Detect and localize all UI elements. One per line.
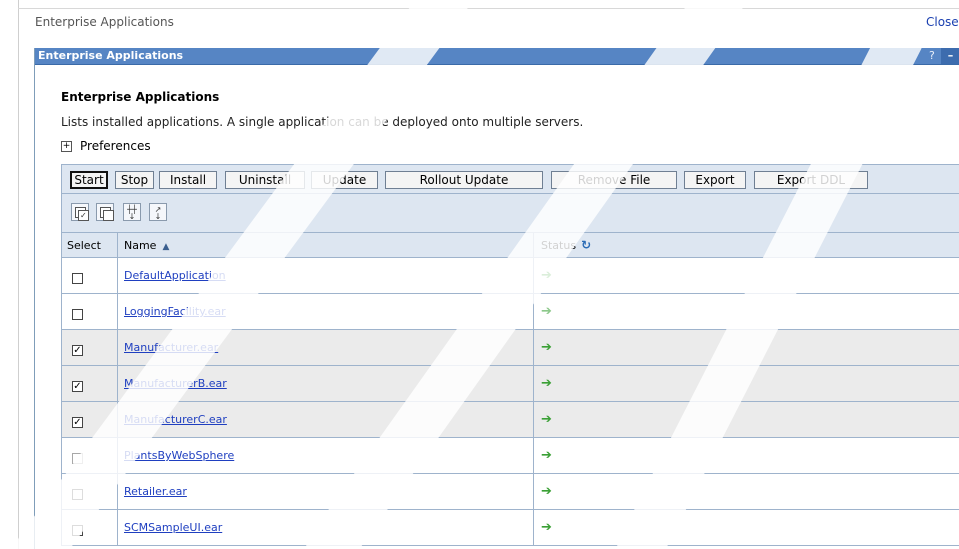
column-header-name[interactable]: Name ▲ [117, 232, 534, 258]
row-name-cell: ManufacturerB.ear [117, 365, 534, 402]
page-title: Enterprise Applications [61, 90, 220, 104]
row-select-cell: ✓ [61, 365, 118, 402]
action-toolbar: Start Stop Install Uninstall Update Roll… [61, 164, 959, 194]
row-checkbox[interactable] [72, 524, 83, 536]
application-link[interactable]: ManufacturerB.ear [124, 377, 227, 390]
row-name-cell: DefaultApplication [117, 257, 534, 294]
top-divider [18, 8, 959, 9]
status-header-label: Status [541, 239, 577, 252]
table-header-row: Select Name ▲ Status ↻ [61, 232, 959, 258]
row-status-cell: ➔ [533, 365, 959, 402]
application-link[interactable]: DefaultApplication [124, 269, 226, 282]
row-select-cell: ✓ [61, 329, 118, 366]
minimize-icon[interactable]: – [941, 48, 959, 64]
status-started-icon: ➔ [541, 520, 552, 535]
row-status-cell: ➔ [533, 473, 959, 510]
preferences-toggle[interactable]: + Preferences [61, 139, 151, 153]
table-row: Retailer.ear ➔ [61, 473, 959, 510]
status-started-icon: ➔ [541, 412, 552, 427]
table-row: ✓ ManufacturerC.ear ➔ [61, 401, 959, 438]
row-checkbox[interactable] [72, 308, 83, 320]
row-checkbox[interactable] [72, 272, 83, 284]
application-link[interactable]: Manufacturer.ear [124, 341, 218, 354]
row-select-cell [61, 293, 118, 330]
update-button[interactable]: Update [311, 171, 378, 189]
column-header-select: Select [61, 232, 118, 258]
table-row: ✓ ManufacturerB.ear ➔ [61, 365, 959, 402]
row-status-cell: ➔ [533, 401, 959, 438]
stop-button[interactable]: Stop [115, 171, 154, 189]
row-name-cell: LoggingFacility.ear [117, 293, 534, 330]
install-button[interactable]: Install [159, 171, 217, 189]
row-status-cell: ➔ [533, 437, 959, 474]
deselect-all-icon[interactable] [96, 203, 114, 221]
status-started-icon: ➔ [541, 376, 552, 391]
row-select-cell [61, 509, 118, 546]
status-started-icon: ➔ [541, 484, 552, 499]
application-link[interactable]: SCMSampleUI.ear [124, 521, 222, 534]
expand-icon[interactable]: + [61, 141, 72, 152]
status-started-icon: ➔ [541, 340, 552, 355]
row-status-cell: ➔ [533, 509, 959, 546]
preferences-label[interactable]: Preferences [80, 139, 151, 153]
applications-table: Select Name ▲ Status ↻ DefaultApplication ➔… [61, 232, 959, 546]
row-checkbox[interactable]: ✓ [72, 416, 83, 428]
table-row: SCMSampleUI.ear ➔ [61, 509, 959, 546]
row-name-cell: PlantsByWebSphere [117, 437, 534, 474]
status-started-icon: ➔ [541, 448, 552, 463]
export-ddl-button[interactable]: Export DDL [754, 171, 868, 189]
row-checkbox[interactable] [72, 488, 83, 500]
row-name-cell: Retailer.ear [117, 473, 534, 510]
select-all-icon[interactable]: ✓ [71, 203, 89, 221]
remove-file-button[interactable]: Remove File [551, 171, 677, 189]
row-name-cell: SCMSampleUI.ear [117, 509, 534, 546]
help-icon[interactable]: ? [929, 48, 935, 64]
select-header-label: Select [67, 238, 101, 252]
row-status-cell: ➔ [533, 329, 959, 366]
table-row: LoggingFacility.ear ➔ [61, 293, 959, 330]
row-select-cell [61, 257, 118, 294]
portlet-title: Enterprise Applications [38, 49, 184, 62]
application-link[interactable]: ManufacturerC.ear [124, 413, 227, 426]
table-row: ✓ Manufacturer.ear ➔ [61, 329, 959, 366]
application-link[interactable]: PlantsByWebSphere [124, 449, 234, 462]
application-link[interactable]: Retailer.ear [124, 485, 187, 498]
column-header-status: Status ↻ [533, 232, 959, 258]
breadcrumb: Enterprise Applications [35, 15, 174, 29]
row-checkbox[interactable]: ✓ [72, 380, 83, 392]
name-header-label[interactable]: Name [124, 239, 156, 252]
page-description: Lists installed applications. A single a… [61, 115, 584, 129]
show-filter-icon[interactable]: ┼┼ ↓ [123, 203, 141, 221]
portlet-panel: Enterprise Applications ? – Enterprise A… [34, 48, 959, 549]
row-status-cell: ➔ [533, 293, 959, 330]
table-icon-toolbar: ✓ ┼┼ ↓ ↗ ↓ [61, 194, 959, 232]
table-row: PlantsByWebSphere ➔ [61, 437, 959, 474]
row-name-cell: Manufacturer.ear [117, 329, 534, 366]
application-link[interactable]: LoggingFacility.ear [124, 305, 226, 318]
sort-toggle-icon[interactable]: ▲ [162, 242, 169, 252]
close-link[interactable]: Close [926, 15, 959, 29]
table-row: DefaultApplication ➔ [61, 257, 959, 294]
status-started-icon: ➔ [541, 268, 552, 283]
row-select-cell [61, 473, 118, 510]
clear-filter-icon[interactable]: ↗ ↓ [149, 203, 167, 221]
row-checkbox[interactable] [72, 452, 83, 464]
row-checkbox[interactable]: ✓ [72, 344, 83, 356]
page-left-border [18, 0, 19, 549]
uninstall-button[interactable]: Uninstall [225, 171, 305, 189]
row-name-cell: ManufacturerC.ear [117, 401, 534, 438]
row-select-cell: ✓ [61, 401, 118, 438]
row-status-cell: ➔ [533, 257, 959, 294]
export-button[interactable]: Export [684, 171, 746, 189]
status-started-icon: ➔ [541, 304, 552, 319]
row-select-cell [61, 437, 118, 474]
start-button[interactable]: Start [70, 171, 108, 189]
portlet-title-bar: Enterprise Applications ? – [35, 48, 959, 65]
rollout-update-button[interactable]: Rollout Update [385, 171, 543, 189]
refresh-icon[interactable]: ↻ [581, 238, 591, 252]
